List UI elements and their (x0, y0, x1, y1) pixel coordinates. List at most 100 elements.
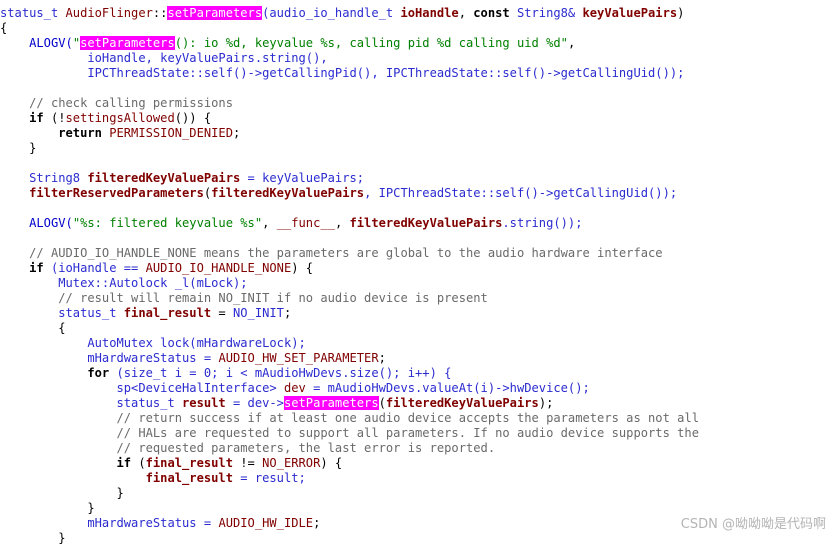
code-token: filteredKeyValuePairs (87, 171, 241, 185)
code-token: AutoMutex lock(mHardwareLock); (0, 336, 306, 350)
code-token: = (211, 306, 233, 320)
code-token: if (0, 111, 44, 125)
code-token: if (0, 456, 132, 470)
code-token: settingsAllowed (65, 111, 175, 125)
code-token: , (567, 36, 576, 50)
code-token: status_t (0, 6, 66, 20)
code-token: (): io %d, keyvalue %s, calling pid %d c… (174, 36, 568, 50)
code-token: // AUDIO_IO_HANDLE_NONE means the parame… (0, 246, 663, 260)
code-token: AudioFlinger (65, 6, 153, 20)
search-highlight: setParameters (80, 36, 175, 50)
code-token: , (458, 6, 474, 20)
code-token: __func__ (276, 216, 335, 230)
code-line: if (ioHandle == AUDIO_IO_HANDLE_NONE) { (0, 261, 840, 276)
code-line: ALOGV("%s: filtered keyvalue %s", __func… (0, 216, 840, 231)
code-token: = keyValuePairs; (240, 171, 365, 185)
code-token: AUDIO_HW_IDLE (218, 516, 314, 530)
code-token: AUDIO_IO_HANDLE_NONE (145, 261, 292, 275)
code-token: filteredKeyValuePairs (385, 396, 539, 410)
code-token: status_t (0, 306, 124, 320)
code-token: dev (283, 381, 306, 395)
code-line: status_t final_result = NO_INIT; (0, 306, 840, 321)
code-token: final_result (145, 456, 233, 470)
code-token: = dev-> (225, 396, 284, 410)
code-line: status_t AudioFlinger::setParameters(aud… (0, 6, 840, 21)
code-line: // AUDIO_IO_HANDLE_NONE means the parame… (0, 246, 840, 261)
code-token: , IPCThreadState::self()->getCallingUid(… (364, 186, 678, 200)
code-line: ALOGV("setParameters(): io %d, keyvalue … (0, 36, 840, 51)
code-token: NO_ERROR (262, 456, 321, 470)
code-token: if (0, 261, 44, 275)
code-line: // requested parameters, the last error … (0, 441, 840, 456)
code-token: ; (283, 306, 292, 320)
code-token: ALOGV( (0, 36, 73, 50)
code-token: IPCThreadState::self()->getCallingPid(),… (0, 66, 685, 80)
code-token: AUDIO_HW_SET_PARAMETER (218, 351, 379, 365)
code-token: } (0, 501, 95, 515)
code-line: // result will remain NO_INIT if no audi… (0, 291, 840, 306)
code-token: , (262, 216, 277, 230)
code-token: ; (233, 126, 241, 140)
code-token: filteredKeyValuePairs (349, 216, 503, 230)
code-token: status_t (0, 396, 183, 410)
code-token: } (0, 531, 66, 545)
code-token: { (0, 321, 66, 335)
code-token: ; (313, 516, 321, 530)
code-line: final_result = result; (0, 471, 840, 486)
code-line: if (!settingsAllowed()) { (0, 111, 840, 126)
code-token: // requested parameters, the last error … (0, 441, 496, 455)
code-token: ; (378, 351, 386, 365)
code-token: != (233, 456, 263, 470)
code-line: if (final_result != NO_ERROR) { (0, 456, 840, 471)
code-token: .string()); (502, 216, 583, 230)
code-token: ); (538, 396, 554, 410)
code-token: } (0, 141, 37, 155)
code-token: ( (378, 396, 386, 410)
code-token: ioHandle (400, 6, 459, 20)
code-token: = result; (233, 471, 306, 485)
code-token: filterReservedParameters (0, 186, 204, 200)
code-line: } (0, 531, 840, 546)
code-token: mHardwareStatus = (0, 516, 219, 530)
code-line: } (0, 141, 840, 156)
code-token: "%s: filtered keyvalue %s" (72, 216, 263, 230)
code-line: return PERMISSION_DENIED; (0, 126, 840, 141)
code-token: result (182, 396, 226, 410)
code-token: ioHandle, keyValuePairs.string(), (0, 51, 328, 65)
code-token: Mutex::Autolock _l(mLock); (0, 276, 248, 290)
code-line: // check calling permissions (0, 96, 840, 111)
code-token: mHardwareStatus = (0, 351, 219, 365)
watermark: CSDN @呦呦呦是代码啊 (680, 517, 826, 532)
code-token: (ioHandle == (43, 261, 146, 275)
code-line: AutoMutex lock(mHardwareLock); (0, 336, 840, 351)
code-line: ioHandle, keyValuePairs.string(), (0, 51, 840, 66)
code-line: filterReservedParameters(filteredKeyValu… (0, 186, 840, 201)
code-token: sp<DeviceHalInterface> (0, 381, 284, 395)
code-line: // return success if at least one audio … (0, 411, 840, 426)
code-token: String8& (509, 6, 583, 20)
code-line: String8 filteredKeyValuePairs = keyValue… (0, 171, 840, 186)
code-token: keyValuePairs (582, 6, 678, 20)
code-token: { (0, 21, 8, 35)
code-line: sp<DeviceHalInterface> dev = mAudioHwDev… (0, 381, 840, 396)
code-view[interactable]: status_t AudioFlinger::setParameters(aud… (0, 6, 840, 546)
code-token: final_result (123, 306, 212, 320)
code-token: ) { (291, 261, 314, 275)
code-token: } (0, 486, 124, 500)
code-token: ) { (320, 456, 343, 470)
code-line: // HALs are requested to support all par… (0, 426, 840, 441)
code-token: // return success if at least one audio … (0, 411, 699, 425)
code-token: ( (131, 456, 146, 470)
code-token: filteredKeyValuePairs (211, 186, 365, 200)
code-token: (audio_io_handle_t (262, 6, 401, 20)
code-line: mHardwareStatus = AUDIO_HW_SET_PARAMETER… (0, 351, 840, 366)
code-token: final_result (0, 471, 233, 485)
code-line: { (0, 321, 840, 336)
code-line: for (size_t i = 0; i < mAudioHwDevs.size… (0, 366, 840, 381)
code-token: // check calling permissions (0, 96, 233, 110)
code-token: ALOGV( (0, 216, 73, 230)
search-highlight: setParameters (283, 396, 379, 410)
